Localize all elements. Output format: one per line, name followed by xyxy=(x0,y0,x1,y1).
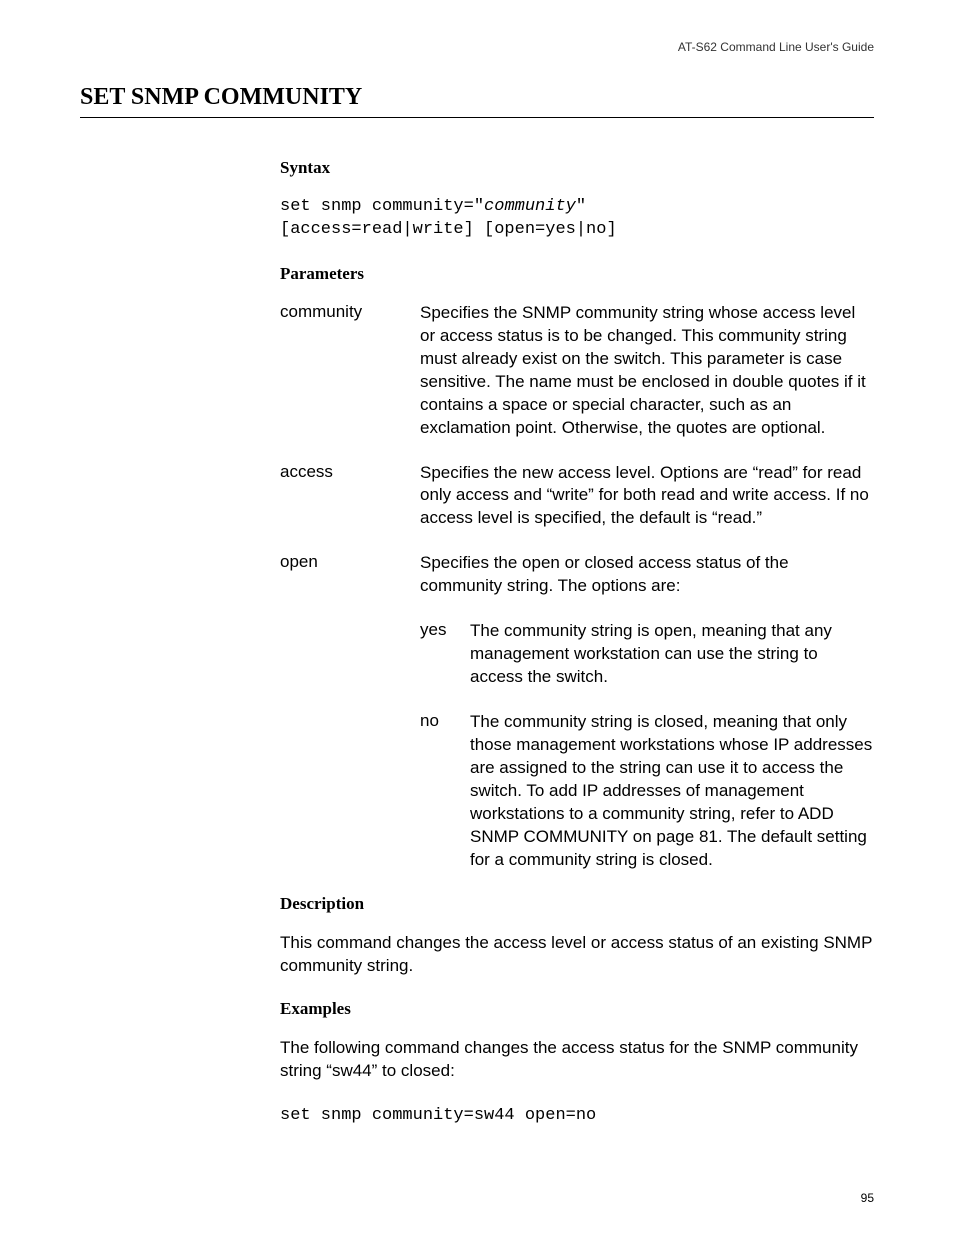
option-row: no The community string is closed, meani… xyxy=(420,711,874,872)
content-area: Syntax set snmp community="community" [a… xyxy=(280,158,874,1128)
option-name: no xyxy=(420,711,470,872)
param-row: open Specifies the open or closed access… xyxy=(280,552,874,598)
syntax-line1-pre: set snmp community=" xyxy=(280,197,484,216)
param-name: community xyxy=(280,302,420,440)
syntax-heading: Syntax xyxy=(280,158,874,178)
param-desc: Specifies the new access level. Options … xyxy=(420,462,874,531)
param-desc: Specifies the open or closed access stat… xyxy=(420,552,874,598)
option-desc: The community string is open, meaning th… xyxy=(470,620,874,689)
page-number: 95 xyxy=(861,1191,874,1205)
open-options-table: yes The community string is open, meanin… xyxy=(420,620,874,871)
examples-code: set snmp community=sw44 open=no xyxy=(280,1105,874,1128)
syntax-block: set snmp community="community" [access=r… xyxy=(280,196,874,242)
header-guide-title: AT-S62 Command Line User's Guide xyxy=(80,40,874,54)
option-row: yes The community string is open, meanin… xyxy=(420,620,874,689)
page-title: SET SNMP COMMUNITY xyxy=(80,84,874,118)
param-desc: Specifies the SNMP community string whos… xyxy=(420,302,874,440)
param-name: access xyxy=(280,462,420,531)
parameters-heading: Parameters xyxy=(280,264,874,284)
syntax-line2: [access=read|write] [open=yes|no] xyxy=(280,220,617,239)
option-desc: The community string is closed, meaning … xyxy=(470,711,874,872)
examples-heading: Examples xyxy=(280,999,874,1019)
syntax-line1-post: " xyxy=(576,197,586,216)
param-row: community Specifies the SNMP community s… xyxy=(280,302,874,440)
option-name: yes xyxy=(420,620,470,689)
parameters-table: community Specifies the SNMP community s… xyxy=(280,302,874,598)
description-text: This command changes the access level or… xyxy=(280,932,874,978)
param-name: open xyxy=(280,552,420,598)
param-row: access Specifies the new access level. O… xyxy=(280,462,874,531)
syntax-line1-italic: community xyxy=(484,197,576,216)
examples-intro: The following command changes the access… xyxy=(280,1037,874,1083)
description-heading: Description xyxy=(280,894,874,914)
